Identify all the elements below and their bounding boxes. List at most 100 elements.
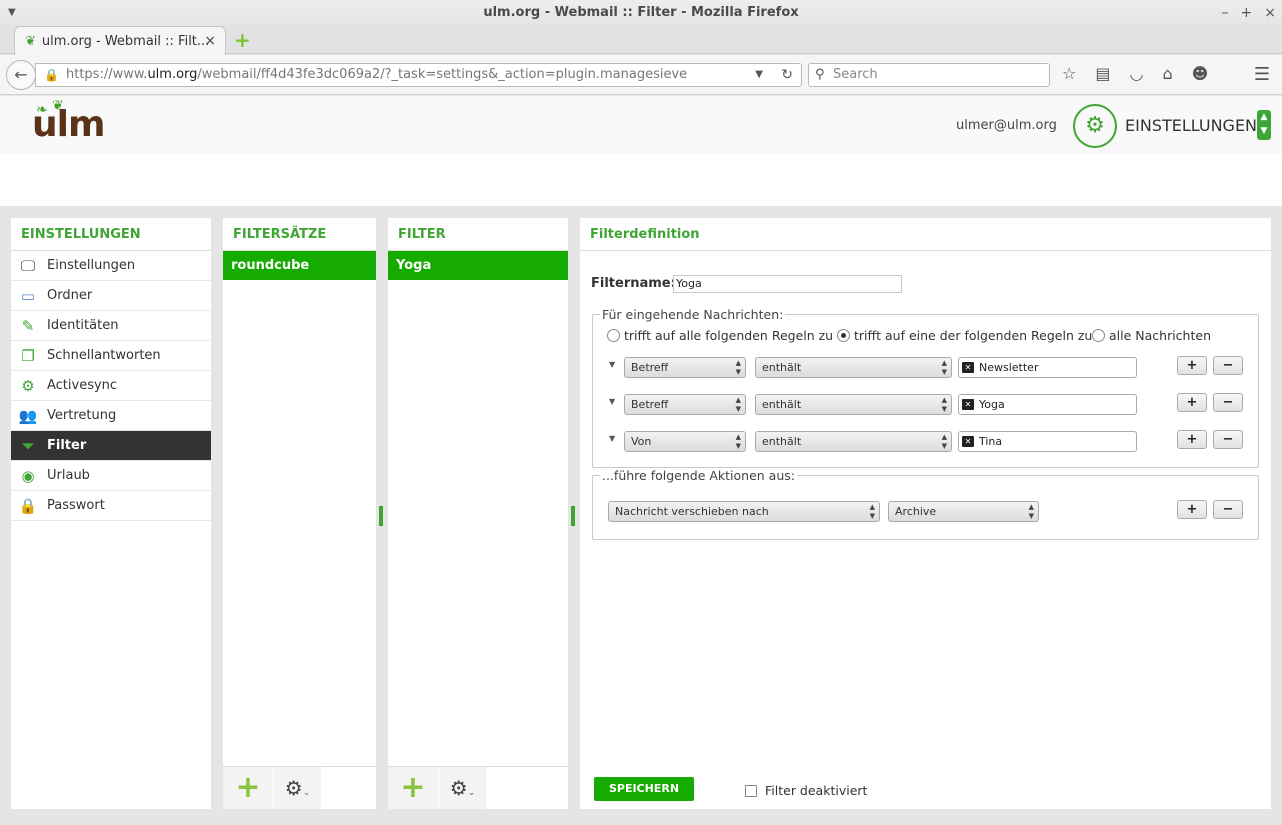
- navigation-bar: ← 🔒 https://www.ulm.org/webmail/ff4d43fe…: [0, 55, 1282, 95]
- panel-splitter[interactable]: [571, 506, 575, 526]
- rule-header-value: Von: [631, 435, 652, 448]
- action-type-select[interactable]: Nachricht verschieben nach ▲ ▼: [608, 501, 880, 522]
- tab-title: ulm.org - Webmail :: Filt...: [41, 33, 210, 49]
- add-filter-button[interactable]: +: [388, 767, 438, 809]
- checkbox-icon: [745, 784, 757, 797]
- filter-disabled-checkbox[interactable]: Filter deaktiviert: [745, 783, 867, 798]
- rule-operator-value: enthält: [762, 398, 802, 411]
- remove-rule-button[interactable]: −: [1213, 393, 1243, 412]
- add-rule-button[interactable]: +: [1177, 356, 1207, 375]
- rule-value-input[interactable]: ✕ Tina: [958, 431, 1137, 452]
- sidebar-item-schnellantworten[interactable]: ❐ Schnellantworten: [11, 341, 211, 371]
- rule-operator-value: enthält: [762, 361, 802, 374]
- url-dropdown-icon[interactable]: ▼: [755, 64, 763, 86]
- select-arrows-icon: ▲ ▼: [869, 503, 875, 520]
- rule-header-select[interactable]: Von ▲ ▼: [624, 431, 746, 452]
- search-input[interactable]: ⚲ Search: [808, 63, 1050, 87]
- action-type-value: Nachricht verschieben nach: [615, 505, 769, 518]
- pocket-icon[interactable]: ◡: [1129, 64, 1143, 83]
- select-arrows-icon: ▲ ▼: [941, 359, 947, 376]
- sidebar-item-urlaub[interactable]: ◉ Urlaub: [11, 461, 211, 491]
- identity-icon: ✎: [21, 316, 35, 335]
- sidebar-item-activesync[interactable]: ⚙ Activesync: [11, 371, 211, 401]
- rule-operator-value: enthält: [762, 435, 802, 448]
- radio-all-messages[interactable]: alle Nachrichten: [1092, 328, 1211, 343]
- add-rule-button[interactable]: +: [1177, 393, 1207, 412]
- select-arrows-icon: ▲ ▼: [1028, 503, 1034, 520]
- sidebar-item-einstellungen[interactable]: 🖵 Einstellungen: [11, 251, 211, 281]
- sidebar-item-label: Schnellantworten: [47, 348, 161, 363]
- leaf-icon: ❧: [36, 102, 48, 118]
- rule-advanced-toggle-icon[interactable]: ▼: [609, 360, 615, 369]
- delete-tag-icon[interactable]: ✕: [962, 362, 974, 373]
- leaf-icon: ❦: [52, 98, 64, 114]
- close-window-icon[interactable]: ×: [1264, 0, 1276, 26]
- folder-icon: ▭: [20, 286, 36, 305]
- rule-value-input[interactable]: ✕ Newsletter: [958, 357, 1137, 378]
- filtersets-title: FILTERSÄTZE: [223, 218, 376, 251]
- action-target-select[interactable]: Archive ▲ ▼: [888, 501, 1039, 522]
- sidebar-item-label: Ordner: [47, 288, 93, 303]
- panel-splitter[interactable]: [379, 506, 383, 526]
- bookmark-star-icon[interactable]: ☆: [1062, 64, 1076, 83]
- rule-value-input[interactable]: ✕ Yoga: [958, 394, 1137, 415]
- header-toggle-icon[interactable]: ▲ ▼: [1257, 110, 1271, 140]
- sidebar-item-label: Filter: [47, 438, 87, 453]
- sidebar-item-label: Vertretung: [47, 408, 117, 423]
- menu-icon[interactable]: ☰: [1254, 64, 1270, 85]
- sidebar-item-label: Urlaub: [47, 468, 90, 483]
- rule-header-select[interactable]: Betreff ▲ ▼: [624, 357, 746, 378]
- remove-rule-button[interactable]: −: [1213, 430, 1243, 449]
- chat-icon[interactable]: ☻: [1192, 64, 1209, 83]
- app-header: ❧ ❦ ulm ulmer@ulm.org ⚙ EINSTELLUNGEN ▲ ▼: [0, 96, 1282, 206]
- sidebar-item-identitaeten[interactable]: ✎ Identitäten: [11, 311, 211, 341]
- url-bar[interactable]: 🔒 https://www.ulm.org/webmail/ff4d43fe3d…: [35, 63, 802, 87]
- url-path: /webmail/ff4d43fe3dc069a2/?_task=setting…: [197, 67, 688, 82]
- maximize-icon[interactable]: +: [1241, 0, 1253, 26]
- radio-allof[interactable]: trifft auf alle folgenden Regeln zu: [607, 328, 833, 343]
- filterset-item[interactable]: roundcube: [223, 251, 376, 280]
- rule-operator-select[interactable]: enthält ▲ ▼: [755, 394, 952, 415]
- settings-label[interactable]: EINSTELLUNGEN: [1125, 116, 1257, 135]
- filter-actions-button[interactable]: ⚙⌄: [438, 767, 486, 809]
- add-action-button[interactable]: +: [1177, 500, 1207, 519]
- save-button[interactable]: SPEICHERN: [594, 777, 694, 801]
- sidebar-item-ordner[interactable]: ▭ Ordner: [11, 281, 211, 311]
- monitor-icon: 🖵: [20, 256, 36, 275]
- radio-anyof[interactable]: trifft auf eine der folgenden Regeln zu: [837, 328, 1092, 343]
- rule-advanced-toggle-icon[interactable]: ▼: [609, 434, 615, 443]
- sidebar-item-vertretung[interactable]: 👥 Vertretung: [11, 401, 211, 431]
- minimize-icon[interactable]: –: [1222, 0, 1229, 26]
- rule-operator-select[interactable]: enthält ▲ ▼: [755, 357, 952, 378]
- delete-tag-icon[interactable]: ✕: [962, 436, 974, 447]
- window-titlebar: ▼ ulm.org - Webmail :: Filter - Mozilla …: [0, 0, 1282, 26]
- rule-header-select[interactable]: Betreff ▲ ▼: [624, 394, 746, 415]
- home-icon[interactable]: ⌂: [1162, 64, 1172, 83]
- reload-icon[interactable]: ↻: [781, 64, 793, 86]
- sidebar-item-filter[interactable]: ⏷ Filter: [11, 431, 211, 461]
- remove-rule-button[interactable]: −: [1213, 356, 1243, 375]
- filter-item[interactable]: Yoga: [388, 251, 568, 280]
- rule-operator-select[interactable]: enthält ▲ ▼: [755, 431, 952, 452]
- sidebar-item-label: Einstellungen: [47, 258, 136, 273]
- add-rule-button[interactable]: +: [1177, 430, 1207, 449]
- browser-tab[interactable]: ❦ ulm.org - Webmail :: Filt... ×: [14, 26, 226, 55]
- select-arrows-icon: ▲ ▼: [735, 396, 741, 413]
- ulm-logo[interactable]: ❧ ❦ ulm: [32, 98, 105, 145]
- back-button[interactable]: ←: [6, 60, 36, 90]
- delete-tag-icon[interactable]: ✕: [962, 399, 974, 410]
- window-menu-icon[interactable]: ▼: [8, 0, 16, 26]
- add-filterset-button[interactable]: +: [223, 767, 273, 809]
- sidebar-item-label: Passwort: [47, 498, 105, 513]
- url-domain: ulm.org: [147, 67, 198, 82]
- settings-gear-icon[interactable]: ⚙: [1073, 104, 1117, 148]
- close-tab-icon[interactable]: ×: [204, 33, 216, 49]
- filterset-actions-button[interactable]: ⚙⌄: [273, 767, 321, 809]
- remove-action-button[interactable]: −: [1213, 500, 1243, 519]
- filtername-input[interactable]: Yoga: [673, 275, 902, 293]
- reading-list-icon[interactable]: ▤: [1095, 64, 1110, 83]
- rule-advanced-toggle-icon[interactable]: ▼: [609, 397, 615, 406]
- sidebar-item-passwort[interactable]: 🔒 Passwort: [11, 491, 211, 521]
- new-tab-icon[interactable]: +: [234, 30, 251, 50]
- filter-definition-panel: Filterdefinition Filtername: Yoga Für ei…: [580, 218, 1271, 809]
